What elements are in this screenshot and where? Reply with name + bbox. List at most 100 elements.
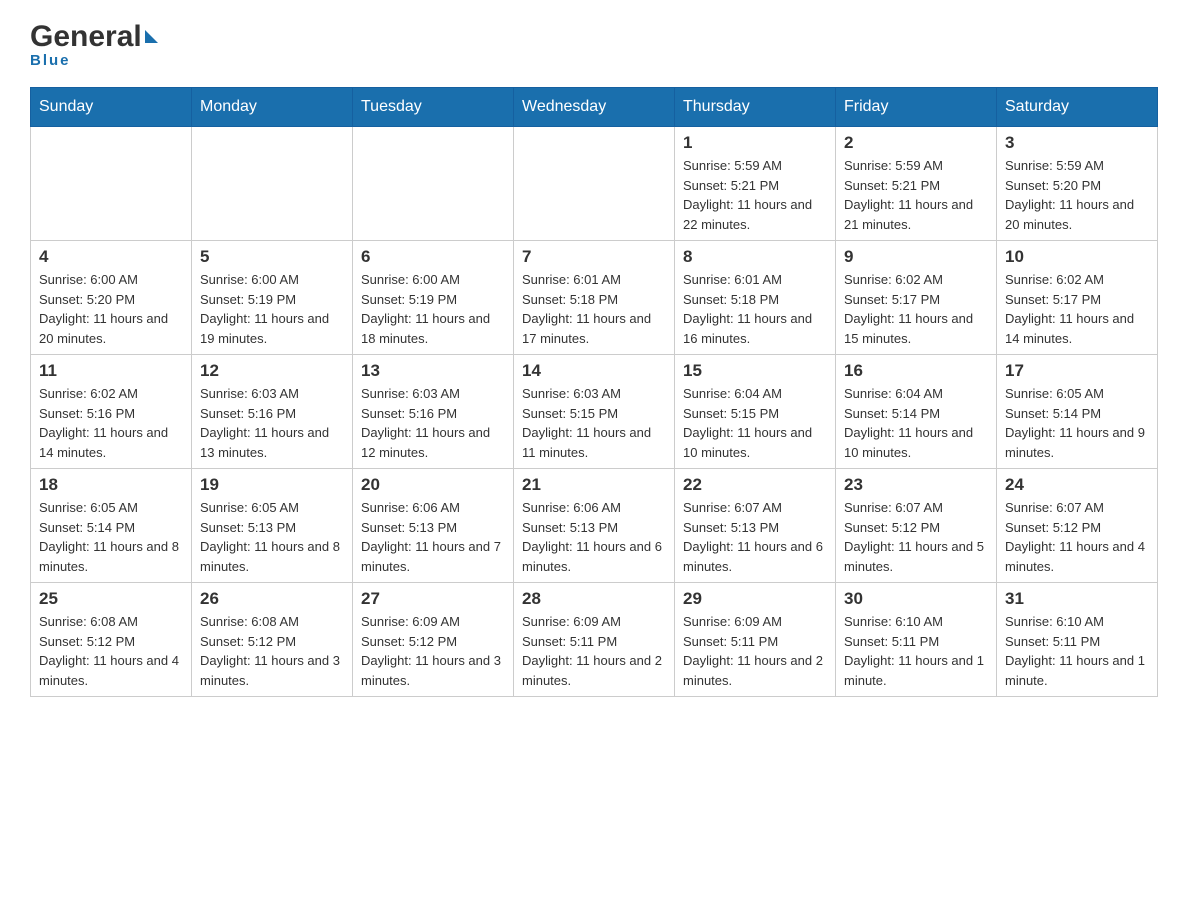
day-info: Sunrise: 6:01 AM Sunset: 5:18 PM Dayligh…: [522, 270, 666, 348]
day-number: 31: [1005, 589, 1149, 609]
day-number: 2: [844, 133, 988, 153]
calendar-week-row: 1 Sunrise: 5:59 AM Sunset: 5:21 PM Daylig…: [31, 127, 1158, 241]
day-info: Sunrise: 6:05 AM Sunset: 5:14 PM Dayligh…: [1005, 384, 1149, 462]
logo-line1: General: [30, 20, 158, 54]
logo: General Blue: [30, 20, 158, 69]
calendar-cell: 3Sunrise: 5:59 AM Sunset: 5:20 PM Daylig…: [997, 127, 1158, 241]
day-number: 25: [39, 589, 183, 609]
day-info: Sunrise: 6:00 AM Sunset: 5:19 PM Dayligh…: [200, 270, 344, 348]
calendar-cell: 27Sunrise: 6:09 AM Sunset: 5:12 PM Dayli…: [353, 583, 514, 697]
calendar-cell: 6 Sunrise: 6:00 AM Sunset: 5:19 PM Daylig…: [353, 241, 514, 355]
day-number: 27: [361, 589, 505, 609]
day-info: Sunrise: 5:59 AM Sunset: 5:21 PM Dayligh…: [844, 156, 988, 234]
day-number: 17: [1005, 361, 1149, 381]
day-info: Sunrise: 6:08 AM Sunset: 5:12 PM Dayligh…: [39, 612, 183, 690]
calendar-cell: [31, 127, 192, 241]
day-info: Sunrise: 6:09 AM Sunset: 5:11 PM Dayligh…: [522, 612, 666, 690]
day-number: 4: [39, 247, 183, 267]
day-info: Sunrise: 6:02 AM Sunset: 5:17 PM Dayligh…: [1005, 270, 1149, 348]
weekday-header-sunday: Sunday: [31, 88, 192, 127]
day-number: 9: [844, 247, 988, 267]
calendar-cell: 18 Sunrise: 6:05 AM Sunset: 5:14 PM Dayli…: [31, 469, 192, 583]
day-info: Sunrise: 6:04 AM Sunset: 5:14 PM Dayligh…: [844, 384, 988, 462]
weekday-header-row: SundayMondayTuesdayWednesdayThursdayFrid…: [31, 88, 1158, 127]
day-info: Sunrise: 6:06 AM Sunset: 5:13 PM Dayligh…: [522, 498, 666, 576]
calendar-cell: 25 Sunrise: 6:08 AM Sunset: 5:12 PM Dayli…: [31, 583, 192, 697]
day-info: Sunrise: 6:05 AM Sunset: 5:13 PM Dayligh…: [200, 498, 344, 576]
calendar-cell: 14 Sunrise: 6:03 AM Sunset: 5:15 PM Dayli…: [514, 355, 675, 469]
logo-arrow-icon: [145, 30, 158, 43]
calendar-cell: [353, 127, 514, 241]
day-number: 10: [1005, 247, 1149, 267]
calendar-week-row: 11 Sunrise: 6:02 AM Sunset: 5:16 PM Dayli…: [31, 355, 1158, 469]
day-number: 13: [361, 361, 505, 381]
calendar-cell: 21 Sunrise: 6:06 AM Sunset: 5:13 PM Dayli…: [514, 469, 675, 583]
day-number: 19: [200, 475, 344, 495]
day-number: 21: [522, 475, 666, 495]
day-info: Sunrise: 6:03 AM Sunset: 5:16 PM Dayligh…: [361, 384, 505, 462]
day-info: Sunrise: 6:10 AM Sunset: 5:11 PM Dayligh…: [844, 612, 988, 690]
calendar-cell: 29Sunrise: 6:09 AM Sunset: 5:11 PM Dayli…: [675, 583, 836, 697]
calendar-week-row: 25 Sunrise: 6:08 AM Sunset: 5:12 PM Dayli…: [31, 583, 1158, 697]
calendar-week-row: 18 Sunrise: 6:05 AM Sunset: 5:14 PM Dayli…: [31, 469, 1158, 583]
calendar-table: SundayMondayTuesdayWednesdayThursdayFrid…: [30, 87, 1158, 697]
calendar-cell: 2 Sunrise: 5:59 AM Sunset: 5:21 PM Daylig…: [836, 127, 997, 241]
calendar-cell: 13 Sunrise: 6:03 AM Sunset: 5:16 PM Dayli…: [353, 355, 514, 469]
calendar-cell: 4 Sunrise: 6:00 AM Sunset: 5:20 PM Daylig…: [31, 241, 192, 355]
calendar-body: 1 Sunrise: 5:59 AM Sunset: 5:21 PM Daylig…: [31, 127, 1158, 697]
calendar-cell: 17 Sunrise: 6:05 AM Sunset: 5:14 PM Dayli…: [997, 355, 1158, 469]
calendar-cell: 15Sunrise: 6:04 AM Sunset: 5:15 PM Dayli…: [675, 355, 836, 469]
day-number: 12: [200, 361, 344, 381]
calendar-cell: 1 Sunrise: 5:59 AM Sunset: 5:21 PM Daylig…: [675, 127, 836, 241]
day-number: 16: [844, 361, 988, 381]
calendar-cell: 8Sunrise: 6:01 AM Sunset: 5:18 PM Daylig…: [675, 241, 836, 355]
day-info: Sunrise: 6:09 AM Sunset: 5:11 PM Dayligh…: [683, 612, 827, 690]
day-number: 14: [522, 361, 666, 381]
day-number: 8: [683, 247, 827, 267]
day-number: 18: [39, 475, 183, 495]
day-number: 26: [200, 589, 344, 609]
calendar-cell: 26 Sunrise: 6:08 AM Sunset: 5:12 PM Dayli…: [192, 583, 353, 697]
day-info: Sunrise: 6:08 AM Sunset: 5:12 PM Dayligh…: [200, 612, 344, 690]
calendar-header: SundayMondayTuesdayWednesdayThursdayFrid…: [31, 88, 1158, 127]
day-info: Sunrise: 6:05 AM Sunset: 5:14 PM Dayligh…: [39, 498, 183, 576]
calendar-cell: 30 Sunrise: 6:10 AM Sunset: 5:11 PM Dayli…: [836, 583, 997, 697]
weekday-header-tuesday: Tuesday: [353, 88, 514, 127]
day-info: Sunrise: 6:00 AM Sunset: 5:20 PM Dayligh…: [39, 270, 183, 348]
calendar-cell: [514, 127, 675, 241]
day-number: 1: [683, 133, 827, 153]
day-number: 23: [844, 475, 988, 495]
calendar-cell: 10 Sunrise: 6:02 AM Sunset: 5:17 PM Dayli…: [997, 241, 1158, 355]
day-info: Sunrise: 6:06 AM Sunset: 5:13 PM Dayligh…: [361, 498, 505, 576]
day-info: Sunrise: 6:03 AM Sunset: 5:16 PM Dayligh…: [200, 384, 344, 462]
day-number: 28: [522, 589, 666, 609]
logo-blue-label: Blue: [30, 52, 158, 69]
day-number: 30: [844, 589, 988, 609]
calendar-cell: 11 Sunrise: 6:02 AM Sunset: 5:16 PM Dayli…: [31, 355, 192, 469]
calendar-cell: 16 Sunrise: 6:04 AM Sunset: 5:14 PM Dayli…: [836, 355, 997, 469]
day-info: Sunrise: 5:59 AM Sunset: 5:21 PM Dayligh…: [683, 156, 827, 234]
day-number: 24: [1005, 475, 1149, 495]
day-number: 5: [200, 247, 344, 267]
calendar-cell: 28 Sunrise: 6:09 AM Sunset: 5:11 PM Dayli…: [514, 583, 675, 697]
calendar-cell: 12 Sunrise: 6:03 AM Sunset: 5:16 PM Dayli…: [192, 355, 353, 469]
calendar-cell: [192, 127, 353, 241]
weekday-header-thursday: Thursday: [675, 88, 836, 127]
calendar-cell: 19 Sunrise: 6:05 AM Sunset: 5:13 PM Dayli…: [192, 469, 353, 583]
day-info: Sunrise: 6:00 AM Sunset: 5:19 PM Dayligh…: [361, 270, 505, 348]
calendar-cell: 9Sunrise: 6:02 AM Sunset: 5:17 PM Daylig…: [836, 241, 997, 355]
calendar-cell: 20Sunrise: 6:06 AM Sunset: 5:13 PM Dayli…: [353, 469, 514, 583]
day-info: Sunrise: 6:07 AM Sunset: 5:12 PM Dayligh…: [844, 498, 988, 576]
day-info: Sunrise: 6:07 AM Sunset: 5:12 PM Dayligh…: [1005, 498, 1149, 576]
weekday-header-saturday: Saturday: [997, 88, 1158, 127]
day-info: Sunrise: 6:04 AM Sunset: 5:15 PM Dayligh…: [683, 384, 827, 462]
day-info: Sunrise: 5:59 AM Sunset: 5:20 PM Dayligh…: [1005, 156, 1149, 234]
day-info: Sunrise: 6:02 AM Sunset: 5:16 PM Dayligh…: [39, 384, 183, 462]
day-info: Sunrise: 6:03 AM Sunset: 5:15 PM Dayligh…: [522, 384, 666, 462]
day-number: 7: [522, 247, 666, 267]
calendar-week-row: 4 Sunrise: 6:00 AM Sunset: 5:20 PM Daylig…: [31, 241, 1158, 355]
calendar-cell: 31Sunrise: 6:10 AM Sunset: 5:11 PM Dayli…: [997, 583, 1158, 697]
day-number: 11: [39, 361, 183, 381]
calendar-cell: 24 Sunrise: 6:07 AM Sunset: 5:12 PM Dayli…: [997, 469, 1158, 583]
day-number: 6: [361, 247, 505, 267]
